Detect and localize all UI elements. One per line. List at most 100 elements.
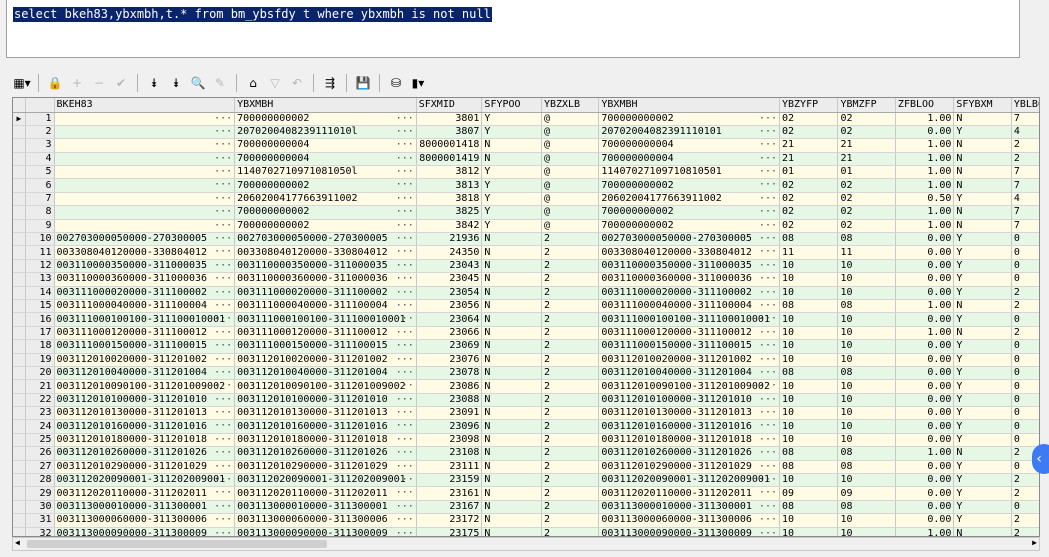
cell-ybxmbh[interactable]: 003110000350000-311000035 ··· [598,259,780,274]
cell-ybxmbh[interactable]: 003113000060000-311300006 ··· [598,513,780,528]
cell-ybxmbh[interactable]: 20602004177663911002 ··· [234,192,417,207]
cell-editor-button[interactable]: ··· [396,166,414,178]
cell-editor-button[interactable]: ··· [396,354,414,366]
table-row[interactable]: 4 ··· 700000000004 ··· 8000001419 N @700000000… [13,152,1039,167]
cell-ybzyfp[interactable]: 10 [779,353,839,367]
row-indicator[interactable] [13,178,26,193]
cell-sfybxm[interactable]: N [953,326,1012,341]
cell-ybzxlb[interactable]: @ [541,192,600,207]
row-indicator[interactable] [13,339,26,354]
cell-ybxmbh[interactable]: 003112010040000-311201004 ··· [598,366,780,381]
cell-ybzxlb[interactable]: 2 [541,446,600,461]
row-indicator[interactable] [13,192,26,207]
row-indicator[interactable] [13,272,26,287]
cell-ybzxlb[interactable]: 2 [541,500,600,515]
cell-ybzyfp[interactable]: 02 [779,178,839,193]
cell-zfbloo[interactable]: 0.00 [895,366,955,381]
cell-sfybxm[interactable]: Y [953,312,1012,327]
cell-ybzyfp[interactable]: 08 [779,366,839,381]
cell-sfypoo[interactable]: N [481,406,542,421]
cell-ybxmbh[interactable]: 003112010130000-311201013 ··· [598,406,780,421]
table-row[interactable]: 10 002703000050000-270300005 ··· 0027030000… [13,232,1039,247]
cell-zfbloo[interactable]: 1.00 [895,112,955,126]
table-row[interactable]: 16 003111000100100-311100010001 ··· 0031110… [13,312,1039,327]
cell-ybmzfp[interactable]: 02 [837,205,896,220]
cell-sfypoo[interactable]: Y [481,192,542,207]
cell-editor-button[interactable]: ··· [214,474,232,486]
cell-editor-button[interactable]: ··· [759,287,777,299]
cell-zfbloo[interactable]: 0.00 [895,513,955,528]
cell-ybxmbh[interactable]: 003112010100000-311201010 ··· [598,393,780,408]
cell-sfybxm[interactable]: Y [953,393,1012,408]
cell-ybmzfp[interactable]: 21 [837,152,896,167]
cell-editor-button[interactable]: ··· [214,260,232,272]
cell-yblboo[interactable]: 2 [1011,513,1039,528]
cell-yblboo[interactable]: 0 [1011,433,1039,448]
fetch-next-icon[interactable]: ⯯ [144,73,164,93]
cell-zfbloo[interactable]: 0.50 [895,192,955,207]
cell-ybxmbh[interactable]: 003112010180000-311201018 ··· [234,433,417,448]
cell-ybzxlb[interactable]: 2 [541,473,600,488]
cell-editor-button[interactable]: ··· [396,287,414,299]
cell-bkeh83[interactable]: 003112010160000-311201016 ··· [54,419,236,434]
cell-editor-button[interactable]: ··· [214,514,232,526]
cell-ybxmbh[interactable]: 003111000020000-311100002 ··· [234,286,417,300]
cell-editor-button[interactable]: ··· [759,233,777,245]
cell-sfxmid[interactable]: 23098 [416,433,483,448]
cell-editor-button[interactable]: ··· [396,380,414,392]
cell-sfypoo[interactable]: N [481,259,542,274]
cell-editor-button[interactable]: ··· [214,367,232,379]
cell-bkeh83[interactable]: 003113000060000-311300006 ··· [54,513,236,528]
cell-bkeh83[interactable]: 003112010290000-311201029 ··· [54,460,236,475]
cell-editor-button[interactable]: ··· [396,139,414,151]
cell-yblboo[interactable]: 0 [1011,312,1039,327]
row-indicator[interactable] [13,500,26,515]
cell-ybzyfp[interactable]: 02 [779,125,839,140]
cell-zfbloo[interactable]: 0.00 [895,393,955,408]
cell-editor-button[interactable]: ··· [214,434,232,446]
cell-ybzyfp[interactable]: 10 [779,513,839,528]
row-indicator[interactable] [13,419,26,434]
cell-sfybxm[interactable]: N [953,527,1012,536]
cell-sfybxm[interactable]: Y [953,406,1012,421]
grid-view-icon[interactable]: ▦▾ [12,73,32,93]
row-indicator[interactable] [13,486,26,501]
cell-ybzxlb[interactable]: @ [541,219,600,234]
cell-zfbloo[interactable]: 1.00 [895,527,955,536]
cell-ybzyfp[interactable]: 02 [779,219,839,234]
cell-ybzxlb[interactable]: 2 [541,326,600,341]
cell-bkeh83[interactable]: 003112010130000-311201013 ··· [54,406,236,421]
cell-editor-button[interactable]: ··· [214,246,232,258]
cell-bkeh83[interactable]: 003112020110000-311202011 ··· [54,486,236,501]
cell-editor-button[interactable]: ··· [759,273,777,285]
cell-bkeh83[interactable]: 003110000360000-311000036 ··· [54,272,236,287]
cell-editor-button[interactable]: ··· [396,501,414,513]
cell-ybxmbh[interactable]: 700000000004 ··· [234,152,417,167]
cell-sfxmid[interactable]: 23066 [416,326,483,341]
cell-ybxmbh[interactable]: 003111000120000-311100012 ··· [598,326,780,341]
cell-editor-button[interactable]: ··· [214,179,232,191]
cell-ybxmbh[interactable]: 003112010020000-311201002 ··· [598,353,780,367]
cell-editor-button[interactable]: ··· [759,153,777,165]
cell-editor-button[interactable]: ··· [214,126,232,138]
cell-editor-button[interactable]: ··· [214,487,232,499]
row-indicator[interactable] [13,406,26,421]
cell-ybmzfp[interactable]: 10 [837,286,896,300]
table-row[interactable]: ▶ 1 ··· 700000000002 ··· 3801 Y @700000000002 ··… [13,112,1039,126]
column-header-sfybxm[interactable]: SFYBXM [953,98,1012,113]
cell-bkeh83[interactable]: 003112010090100-311201009002 ··· [54,379,236,394]
table-row[interactable]: 31 003113000060000-311300006 ··· 0031130000… [13,513,1039,528]
cell-zfbloo[interactable]: 0.00 [895,406,955,421]
cell-ybzyfp[interactable]: 10 [779,393,839,408]
cell-zfbloo[interactable]: 0.00 [895,473,955,488]
table-row[interactable]: 19 003112010020000-311201002 ··· 0031120100… [13,353,1039,367]
cell-ybmzfp[interactable]: 10 [837,339,896,354]
cell-yblboo[interactable]: 0 [1011,259,1039,274]
cell-ybzyfp[interactable]: 10 [779,419,839,434]
cell-editor-button[interactable]: ··· [396,246,414,258]
cell-sfybxm[interactable]: Y [953,379,1012,394]
cell-yblboo[interactable]: 0 [1011,272,1039,287]
cell-editor-button[interactable]: ··· [396,193,414,205]
column-header-ybmzfp[interactable]: YBMZFP [837,98,896,113]
cell-sfybxm[interactable]: N [953,138,1012,153]
